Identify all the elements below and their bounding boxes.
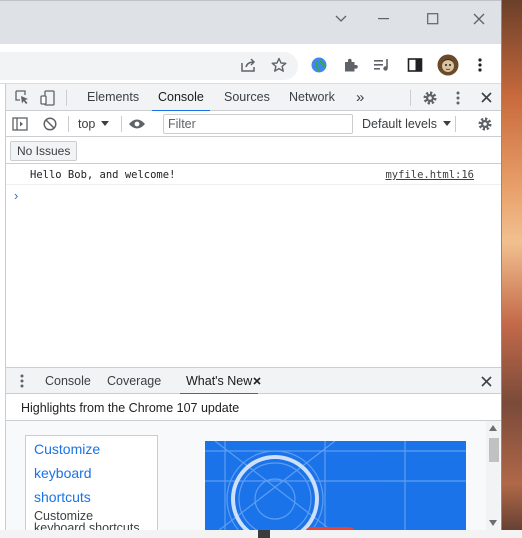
feature-hero-image	[205, 441, 466, 530]
whats-new-scrollbar[interactable]	[486, 421, 500, 530]
issues-bar: No Issues	[6, 137, 501, 164]
extensions-puzzle-icon[interactable]	[340, 54, 362, 76]
settings-gear-icon[interactable]	[418, 84, 442, 111]
desktop-bottom-strip	[0, 530, 522, 538]
clear-console-icon[interactable]	[38, 111, 62, 137]
browser-window: Elements Console Sources Network » top F…	[0, 0, 502, 530]
close-drawer-icon[interactable]	[474, 368, 498, 394]
device-toolbar-icon[interactable]	[36, 84, 60, 111]
toc-link[interactable]: keyboard	[34, 465, 92, 481]
close-devtools-icon[interactable]	[474, 84, 498, 111]
close-tab-icon[interactable]	[249, 368, 265, 394]
live-expression-eye-icon[interactable]	[125, 111, 149, 137]
side-panel-icon[interactable]	[404, 54, 426, 76]
close-icon[interactable]	[465, 7, 493, 31]
drawer-tab-console[interactable]: Console	[43, 368, 93, 394]
avatar[interactable]	[437, 54, 459, 76]
devtools-panel: Elements Console Sources Network » top F…	[5, 84, 501, 530]
maximize-icon[interactable]	[419, 7, 447, 31]
table-of-contents: Customize keyboard shortcuts Customize k…	[25, 435, 158, 530]
filter-input[interactable]	[163, 114, 353, 134]
tab-network[interactable]: Network	[287, 84, 337, 111]
title-bar	[0, 0, 501, 44]
tab-sources[interactable]: Sources	[222, 84, 272, 111]
toc-description: keyboard shortcuts	[34, 521, 140, 531]
log-levels-dropdown[interactable]: Default levels	[362, 115, 452, 133]
minimize-icon[interactable]	[370, 7, 398, 31]
chevron-down-icon[interactable]	[327, 7, 355, 31]
devtools-tab-bar: Elements Console Sources Network »	[6, 84, 501, 112]
console-message: Hello Bob, and welcome!	[30, 169, 176, 181]
console-source-link[interactable]: myfile.html:16	[385, 169, 474, 181]
levels-label: Default levels	[362, 117, 438, 131]
dropdown-arrow-icon	[443, 121, 452, 126]
menu-dots-icon[interactable]	[469, 54, 491, 76]
whats-new-header: Highlights from the Chrome 107 update	[6, 394, 501, 421]
bookmark-star-icon[interactable]	[268, 54, 290, 76]
show-sidebar-icon[interactable]	[8, 111, 32, 137]
console-output[interactable]: Hello Bob, and welcome! myfile.html:16 ›	[6, 164, 501, 367]
context-label: top	[78, 117, 96, 131]
drawer-tab-whats-new[interactable]: What's New	[179, 368, 259, 395]
console-message-row: Hello Bob, and welcome! myfile.html:16	[6, 164, 501, 185]
scrollbar-thumb[interactable]	[489, 438, 499, 462]
drawer-tab-bar: Console Coverage What's New	[6, 367, 501, 395]
inspect-element-icon[interactable]	[10, 84, 34, 111]
desktop-wallpaper-edge	[502, 0, 522, 538]
drawer-tab-coverage[interactable]: Coverage	[105, 368, 163, 394]
console-toolbar: top Default levels	[6, 111, 501, 137]
share-icon[interactable]	[237, 54, 259, 76]
context-selector[interactable]: top	[78, 115, 110, 133]
browser-toolbar	[0, 44, 501, 84]
whats-new-title: Highlights from the Chrome 107 update	[21, 401, 240, 415]
issues-button[interactable]: No Issues	[10, 141, 78, 161]
dropdown-arrow-icon	[101, 121, 110, 126]
devtools-menu-icon[interactable]	[446, 84, 470, 111]
console-prompt[interactable]: ›	[14, 188, 18, 203]
whats-new-content: Customize keyboard shortcuts Customize k…	[6, 421, 501, 530]
extension-globe-icon[interactable]	[308, 54, 330, 76]
toc-link[interactable]: Customize	[34, 441, 100, 457]
console-settings-gear-icon[interactable]	[473, 111, 497, 137]
tab-elements[interactable]: Elements	[85, 84, 141, 111]
media-queue-icon[interactable]	[371, 54, 393, 76]
drawer-menu-icon[interactable]	[10, 368, 34, 394]
tab-console[interactable]: Console	[152, 84, 210, 112]
more-tabs-button[interactable]: »	[354, 84, 366, 111]
toc-link[interactable]: shortcuts	[34, 489, 91, 505]
